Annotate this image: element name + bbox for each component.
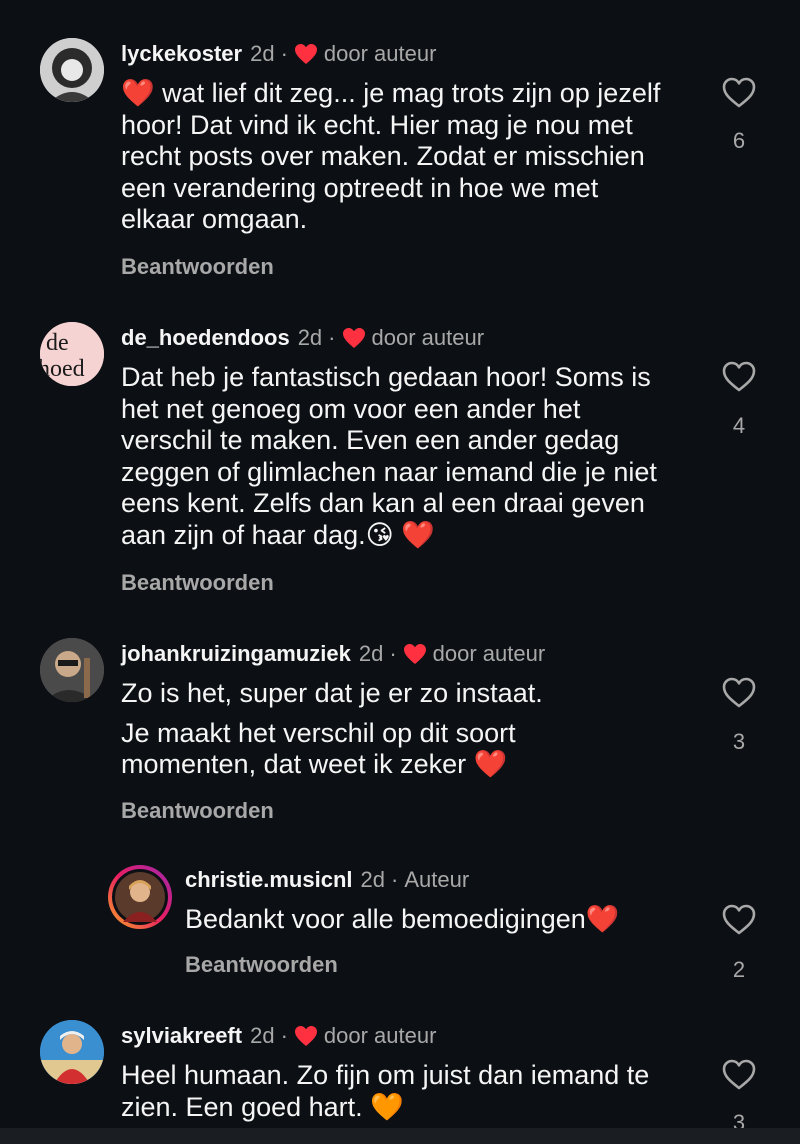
username[interactable]: de_hoedendoos xyxy=(121,325,290,351)
avatar[interactable] xyxy=(40,1020,104,1084)
timestamp: 2d xyxy=(250,1023,275,1048)
avatar[interactable]: de hoed xyxy=(40,322,104,386)
timestamp: 2d xyxy=(358,641,384,666)
comment-meta: lyckekoster 2d · door auteur xyxy=(121,41,436,67)
comment-text: Heel humaan. Zo fijn om juist dan iemand… xyxy=(121,1060,661,1123)
reply-button[interactable]: Beantwoorden xyxy=(121,570,274,596)
heart-outline-icon[interactable] xyxy=(722,361,756,393)
heart-filled-icon xyxy=(342,327,366,349)
comment-text: ❤️ wat lief dit zeg... je mag trots zijn… xyxy=(121,78,676,236)
username[interactable]: johankruizingamuziek xyxy=(121,641,351,667)
like-count: 6 xyxy=(732,128,746,153)
avatar[interactable] xyxy=(40,638,104,702)
heart-outline-icon[interactable] xyxy=(722,904,756,936)
comment-line: ❤️ wat lief dit zeg... je mag trots zijn… xyxy=(121,78,661,234)
username[interactable]: lyckekoster xyxy=(121,41,242,67)
separator-dot: · xyxy=(391,867,399,892)
heart-filled-icon xyxy=(294,43,318,65)
comment-meta: johankruizingamuziek 2d · door auteur xyxy=(121,641,545,667)
svg-text:de: de xyxy=(46,330,69,356)
timestamp: 2d xyxy=(297,325,323,350)
svg-text:hoed: hoed xyxy=(40,356,85,382)
comment-text: Zo is het, super dat je er zo instaat. J… xyxy=(121,678,681,781)
timestamp: 2d xyxy=(250,41,275,66)
comment-line: Je maakt het verschil op dit soort momen… xyxy=(121,717,516,780)
like-count: 4 xyxy=(732,413,746,438)
comment-meta: christie.musicnl 2d · Auteur xyxy=(185,867,469,893)
liked-by-author-label: door auteur xyxy=(371,325,485,350)
comment-line: Heel humaan. Zo fijn om juist dan iemand… xyxy=(121,1060,650,1122)
separator-dot: · xyxy=(280,1023,288,1048)
heart-filled-icon xyxy=(403,643,427,665)
comment-line: Bedankt voor alle bemoedigingen❤️ xyxy=(185,904,620,934)
heart-outline-icon[interactable] xyxy=(722,677,756,709)
username[interactable]: sylviakreeft xyxy=(121,1023,242,1049)
like-count: 2 xyxy=(732,957,746,982)
comment-text: Dat heb je fantastisch gedaan hoor! Soms… xyxy=(121,362,671,551)
comment-meta: de_hoedendoos 2d · door auteur xyxy=(121,325,484,351)
reply-button[interactable]: Beantwoorden xyxy=(185,952,338,978)
timestamp: 2d xyxy=(360,867,385,892)
comment-line: Zo is het, super dat je er zo instaat. xyxy=(121,678,543,708)
avatar[interactable] xyxy=(108,865,172,929)
heart-filled-icon xyxy=(294,1025,318,1047)
bottom-bar xyxy=(0,1128,800,1144)
separator-dot: · xyxy=(280,41,288,66)
reply-button[interactable]: Beantwoorden xyxy=(121,798,274,824)
separator-dot: · xyxy=(389,641,397,666)
separator-dot: · xyxy=(328,325,336,350)
liked-by-author-label: door auteur xyxy=(432,641,546,666)
heart-outline-icon[interactable] xyxy=(722,77,756,109)
like-count: 3 xyxy=(732,729,746,754)
comment-text: Bedankt voor alle bemoedigingen❤️ xyxy=(185,904,685,936)
liked-by-author-label: door auteur xyxy=(323,41,437,66)
reply-button[interactable]: Beantwoorden xyxy=(121,254,274,280)
heart-outline-icon[interactable] xyxy=(722,1059,756,1091)
liked-by-author-label: door auteur xyxy=(323,1023,437,1048)
comment-line: Dat heb je fantastisch gedaan hoor! Soms… xyxy=(121,362,657,550)
avatar[interactable] xyxy=(40,38,104,102)
comment-meta: sylviakreeft 2d · door auteur xyxy=(121,1023,436,1049)
author-badge: Auteur xyxy=(404,867,470,892)
username[interactable]: christie.musicnl xyxy=(185,867,353,893)
